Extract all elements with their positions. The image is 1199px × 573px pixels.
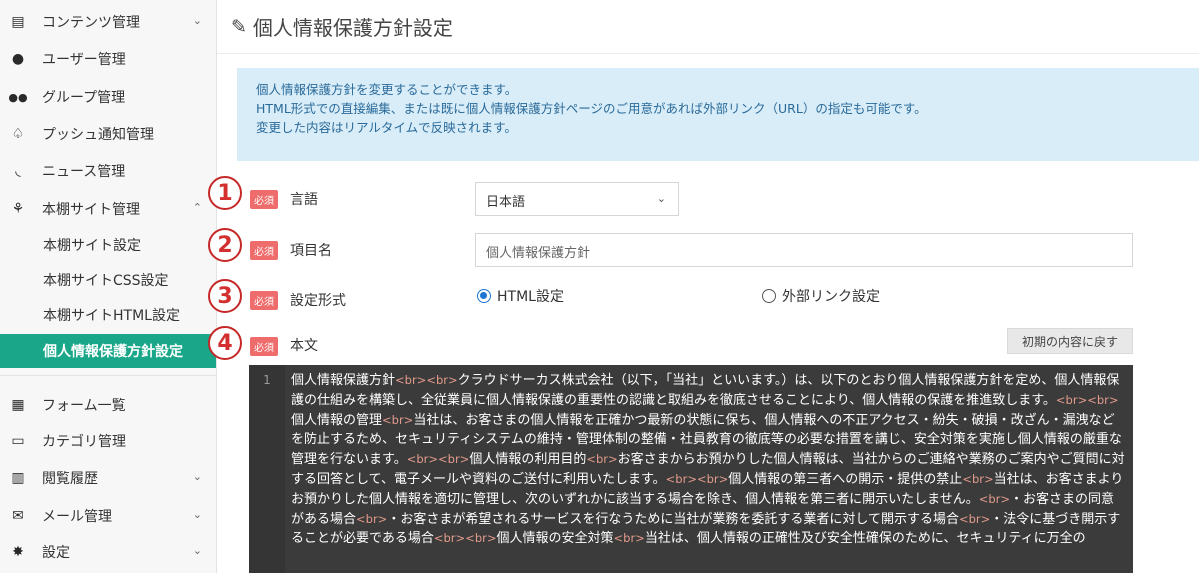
line-number: 1 — [249, 365, 285, 573]
chevron-down-icon: ⌄ — [192, 470, 202, 483]
code-tag: <br> — [696, 471, 729, 486]
sidebar-item-groups[interactable]: ●● グループ管理 — [0, 79, 216, 115]
code-tag: <br> — [665, 471, 697, 486]
sidebar: ▤ コンテンツ管理 ⌄ ● ユーザー管理 ●● グループ管理 ♤ プッシュ通知管… — [0, 0, 217, 573]
mail-icon: ✉ — [12, 508, 24, 524]
step-number-2: 2 — [208, 228, 242, 262]
info-line: 変更した内容はリアルタイムで反映されます。 — [256, 120, 517, 135]
code-editor[interactable]: 1 個人情報保護方針<br><br>クラウドサーカス株式会社（以下，「当社」とい… — [249, 365, 1133, 573]
code-text: 個人情報保護方針 — [291, 373, 396, 388]
code-tag: <br> — [465, 531, 497, 546]
sidebar-item-push[interactable]: ♤ プッシュ通知管理 — [0, 116, 216, 152]
code-tag: <br> — [406, 452, 439, 467]
main-content: ✎ 個人情報保護方針設定 個人情報保護方針を変更することができます。 HTML形… — [208, 0, 1199, 573]
item-name-input[interactable]: 個人情報保護方針 — [475, 233, 1133, 267]
required-badge: 必須 — [250, 241, 278, 260]
folder-icon: ▭ — [11, 433, 25, 449]
chevron-down-icon: ⌄ — [192, 508, 202, 521]
sidebar-subitem-bookshelf-css[interactable]: 本棚サイトCSS設定 — [0, 263, 216, 297]
field-label-language: 言語 — [290, 192, 318, 208]
sidebar-item-contents[interactable]: ▤ コンテンツ管理 ⌄ — [0, 4, 216, 40]
sidebar-item-users[interactable]: ● ユーザー管理 — [0, 41, 216, 77]
code-tag: <br> — [586, 452, 618, 467]
step-number-4: 4 — [208, 326, 242, 360]
page-title: ✎ 個人情報保護方針設定 — [231, 15, 453, 41]
code-tag: <br> — [426, 373, 458, 387]
code-tag: <br> — [356, 511, 388, 526]
required-badge: 必須 — [250, 190, 278, 209]
sidebar-divider — [0, 375, 216, 376]
radio-unchecked-icon — [762, 289, 776, 303]
code-tag: <br> — [613, 531, 645, 546]
language-select[interactable]: 日本語 ⌄ — [475, 182, 679, 216]
code-text: 当社は、個人情報の正確性及び安全性確保のために、セキュリティに万全の — [644, 531, 1086, 547]
chevron-down-icon: ⌄ — [192, 14, 202, 27]
app: ▤ コンテンツ管理 ⌄ ● ユーザー管理 ●● グループ管理 ♤ プッシュ通知管… — [0, 0, 1199, 573]
code-tag: <br> — [1055, 392, 1088, 407]
gear-icon: ✸ — [12, 544, 24, 560]
chevron-up-icon: ⌃ — [192, 201, 202, 214]
bar-chart-icon: ▥ — [11, 470, 25, 486]
document-icon: ▤ — [11, 14, 25, 30]
sidebar-item-mail[interactable]: ✉ メール管理 ⌄ — [0, 498, 216, 534]
code-tag: <br> — [962, 471, 994, 486]
code-text: ・お客さまが希望されるサービスを行なうために当社が業務を委託する業者に対して開示… — [387, 511, 959, 527]
sidebar-subitem-privacy-policy[interactable]: 個人情報保護方針設定 — [0, 334, 216, 368]
info-line: HTML形式での直接編集、または既に個人情報保護方針ページのご用意があれば外部リ… — [256, 101, 927, 116]
code-tag: <br> — [978, 491, 1011, 506]
form-icon: ▦ — [11, 397, 25, 413]
user-icon: ● — [11, 51, 25, 67]
sidebar-item-categories[interactable]: ▭ カテゴリ管理 — [0, 423, 216, 459]
field-label-format: 設定形式 — [290, 293, 346, 309]
sidebar-subitem-bookshelf-settings[interactable]: 本棚サイト設定 — [0, 228, 216, 262]
edit-icon: ✎ — [231, 15, 247, 38]
radio-html-setting[interactable]: HTML設定 — [477, 286, 564, 306]
code-content[interactable]: 個人情報保護方針<br><br>クラウドサーカス株式会社（以下，「当社」といいま… — [291, 371, 1127, 549]
sidebar-item-forms[interactable]: ▦ フォーム一覧 — [0, 387, 216, 423]
required-badge: 必須 — [250, 337, 278, 356]
sidebar-subitem-bookshelf-html[interactable]: 本棚サイトHTML設定 — [0, 298, 216, 332]
code-tag: <br> — [958, 511, 991, 526]
bell-icon: ♤ — [11, 126, 25, 142]
field-label-item-name: 項目名 — [290, 243, 332, 259]
code-tag: <br> — [382, 412, 414, 427]
code-tag: <br> — [433, 531, 466, 546]
code-text: 個人情報の利用目的 — [469, 452, 587, 468]
step-number-3: 3 — [208, 279, 242, 313]
code-tag: <br> — [395, 373, 427, 387]
radio-checked-icon — [477, 289, 491, 303]
code-text: 個人情報の安全対策 — [496, 531, 614, 547]
code-text: 個人情報の第三者への開示・提供の禁止 — [728, 471, 963, 487]
code-text: 個人情報の管理 — [291, 412, 383, 428]
code-tag: <br> — [1087, 392, 1119, 407]
chevron-down-icon: ⌄ — [192, 544, 202, 557]
code-tag: <br> — [438, 452, 470, 467]
title-divider — [217, 53, 1199, 54]
sidebar-item-settings[interactable]: ✸ 設定 ⌄ — [0, 534, 216, 570]
field-label-body: 本文 — [290, 338, 318, 354]
users-icon: ●● — [8, 90, 28, 104]
info-line: 個人情報保護方針を変更することができます。 — [256, 82, 518, 97]
radio-external-link[interactable]: 外部リンク設定 — [762, 286, 880, 306]
sidebar-item-news[interactable]: ◟ ニュース管理 — [0, 153, 216, 189]
sidebar-item-history[interactable]: ▥ 閲覧履歴 ⌄ — [0, 460, 216, 496]
required-badge: 必須 — [250, 291, 278, 310]
chevron-down-icon: ⌄ — [656, 192, 666, 205]
reset-default-button[interactable]: 初期の内容に戻す — [1007, 328, 1133, 354]
step-number-1: 1 — [208, 176, 242, 210]
info-box: 個人情報保護方針を変更することができます。 HTML形式での直接編集、または既に… — [237, 68, 1199, 161]
sidebar-item-bookshelf[interactable]: ⚘ 本棚サイト管理 ⌃ — [0, 191, 216, 227]
rss-icon: ◟ — [15, 163, 21, 179]
sitemap-icon: ⚘ — [11, 201, 25, 217]
